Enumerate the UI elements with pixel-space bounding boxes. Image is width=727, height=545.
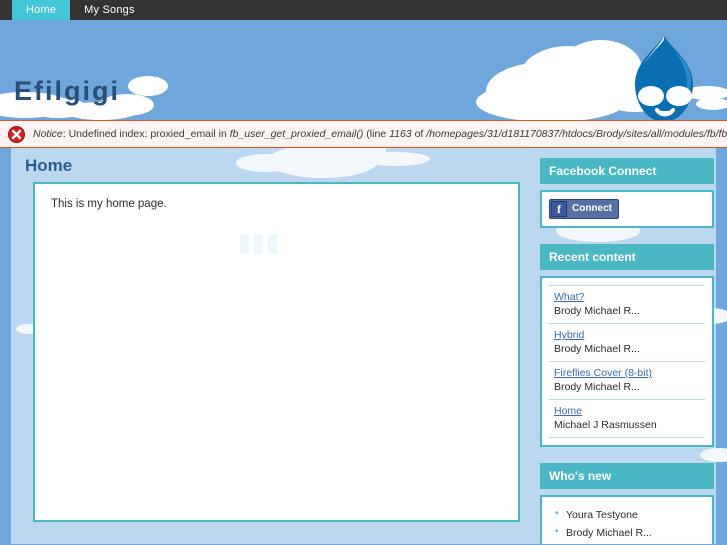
toolbar-tab-home[interactable]: Home [12, 0, 71, 20]
recent-content-link[interactable]: Hybrid [554, 329, 700, 341]
notice-text-1: : Undefined index: proxied_email in [62, 127, 230, 140]
block-whos-new-title: Who's new [540, 463, 714, 489]
block-recent-content-title: Recent content [540, 244, 714, 270]
block-whos-new: Who's new Youra Testyone Brody Michael R… [540, 463, 714, 544]
sidebar-region: Facebook Connect f Connect Recent conten… [540, 158, 714, 544]
toolbar-tab-home-label: Home [26, 4, 57, 16]
notice-file-path: /homepages/31/d181170837/htdocs/Brody/si… [426, 127, 727, 140]
loading-bars-icon [240, 234, 277, 254]
error-notice-message: Notice: Undefined index: proxied_email i… [33, 129, 727, 140]
drupal-droplet-icon [625, 34, 703, 120]
recent-content-link[interactable]: Home [554, 405, 700, 417]
error-notice-bar: Notice: Undefined index: proxied_email i… [0, 120, 727, 148]
recent-content-author: Brody Michael R... [554, 305, 640, 317]
block-facebook-connect-title: Facebook Connect [540, 158, 714, 184]
block-recent-content: Recent content What? Brody Michael R... … [540, 244, 714, 447]
block-facebook-connect-body: f Connect [540, 190, 714, 228]
list-item[interactable]: Brody Michael R... [553, 524, 705, 542]
loading-bar [268, 234, 277, 254]
list-item: Home Michael J Rasmussen [549, 400, 705, 438]
list-item: Hybrid Brody Michael R... [549, 324, 705, 362]
notice-text-2: (line [363, 127, 390, 140]
toolbar-left-spacer [0, 0, 12, 20]
block-facebook-connect: Facebook Connect f Connect [540, 158, 714, 228]
list-item[interactable]: Brody Michael R... [553, 542, 705, 544]
cloud-decoration [128, 76, 168, 96]
block-recent-content-body: What? Brody Michael R... Hybrid Brody Mi… [540, 276, 714, 447]
recent-content-author: Brody Michael R... [554, 343, 640, 355]
loading-bar [240, 234, 249, 254]
recent-content-author: Michael J Rasmussen [554, 419, 657, 431]
admin-toolbar: Home My Songs [0, 0, 727, 20]
list-item: What? Brody Michael R... [549, 285, 705, 324]
node-body-text: This is my home page. [51, 198, 167, 210]
block-whos-new-body: Youra Testyone Brody Michael R... Brody … [540, 495, 714, 544]
list-item: Fireflies Cover (8-bit) Brody Michael R.… [549, 362, 705, 400]
whos-new-list: Youra Testyone Brody Michael R... Brody … [549, 504, 705, 544]
recent-content-author: Brody Michael R... [554, 381, 640, 393]
site-header: Efilgigi [0, 20, 727, 120]
toolbar-tab-my-songs[interactable]: My Songs [70, 0, 149, 20]
recent-content-list: What? Brody Michael R... Hybrid Brody Mi… [549, 285, 705, 438]
loading-bar [254, 234, 263, 254]
notice-keyword: Notice [33, 127, 63, 140]
recent-content-link[interactable]: What? [554, 291, 700, 303]
content-region: This is my home page. [33, 182, 520, 522]
toolbar-tab-my-songs-label: My Songs [84, 4, 135, 16]
site-name[interactable]: Efilgigi [14, 78, 120, 105]
list-item[interactable]: Youra Testyone [553, 506, 705, 524]
facebook-f-icon: f [551, 201, 567, 217]
page-body: Home This is my home page. Facebook Conn… [0, 148, 727, 544]
page-title: Home [25, 156, 73, 175]
facebook-connect-button[interactable]: f Connect [549, 199, 619, 219]
notice-line-number: 1163 [389, 127, 412, 140]
main-column: Home This is my home page. [11, 148, 532, 522]
notice-function-name: fb_user_get_proxied_email() [229, 127, 364, 140]
recent-content-link[interactable]: Fireflies Cover (8-bit) [554, 367, 700, 379]
error-circle-x-icon [8, 125, 25, 143]
facebook-connect-button-label: Connect [572, 203, 612, 214]
page-columns: Home This is my home page. Facebook Conn… [0, 148, 727, 544]
notice-text-3: of [411, 127, 427, 140]
